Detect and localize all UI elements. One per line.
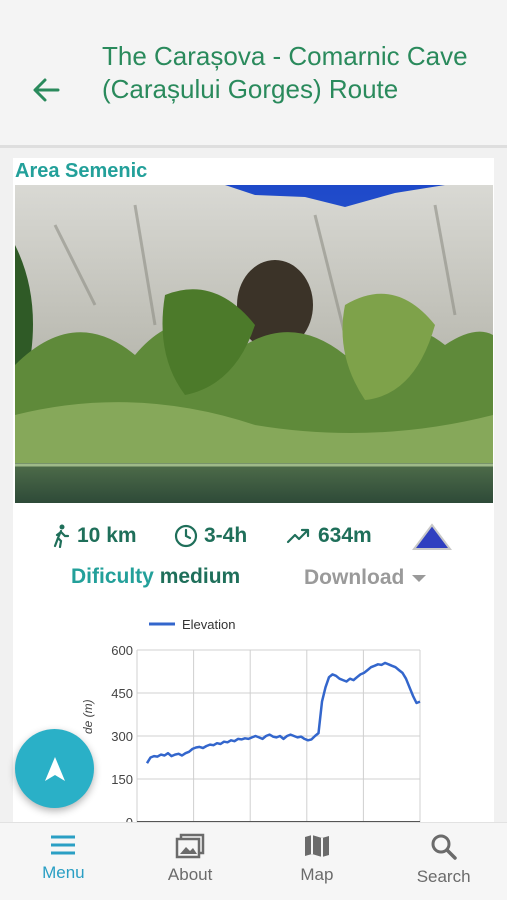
legend-label: Elevation [182, 617, 235, 632]
difficulty-label: Dificulty [71, 565, 154, 588]
y-tick-label: 450 [111, 686, 133, 701]
distance-value: 10 km [77, 524, 137, 547]
bottom-navigation: Menu About Map Search [0, 822, 507, 900]
duration-value: 3-4h [204, 524, 248, 547]
nav-label-map: Map [300, 865, 334, 884]
photos-icon [175, 833, 205, 859]
app-header: The Carașova - Comarnic Cave (Carașului … [0, 0, 507, 148]
nav-item-search[interactable]: Search [380, 823, 507, 900]
hiker-icon [53, 524, 70, 548]
elevation-value: 634m [318, 524, 372, 547]
navigation-arrow-icon [44, 756, 65, 781]
y-tick-label: 600 [111, 643, 133, 658]
map-icon [304, 835, 329, 857]
nav-item-map[interactable]: Map [254, 823, 381, 900]
y-tick-label: 150 [111, 772, 133, 787]
difficulty-row: Dificulty medium [71, 565, 240, 589]
duration-stat: 3-4h [174, 524, 247, 548]
trending-up-icon [286, 528, 310, 544]
difficulty-triangle-icon [411, 522, 453, 552]
route-stats: 10 km 3-4h 634m [13, 518, 494, 558]
nav-label-menu: Menu [42, 863, 85, 882]
elevation-chart: Elevation6004503001500de (m) [81, 606, 423, 828]
menu-icon [51, 835, 76, 855]
page-title: The Carașova - Comarnic Cave (Carașului … [102, 41, 468, 104]
route-card: Area Semenic 10 km 3-4h 634m Dificulty m… [13, 158, 494, 828]
nav-label-about: About [167, 865, 213, 884]
chevron-down-icon [412, 574, 427, 582]
nav-item-menu[interactable]: Menu [0, 823, 127, 900]
area-label: Area Semenic [15, 160, 148, 182]
elevation-series-line [145, 661, 421, 764]
y-tick-label: 300 [111, 729, 133, 744]
arrow-left-icon [33, 78, 60, 102]
difficulty-value: medium [159, 565, 241, 588]
back-button[interactable] [28, 72, 64, 108]
clock-icon [174, 524, 198, 548]
route-photo [15, 185, 493, 503]
nav-label-search: Search [416, 867, 471, 886]
download-label: Download [304, 566, 405, 589]
navigate-fab-button[interactable] [15, 729, 94, 808]
nav-item-about[interactable]: About [127, 823, 254, 900]
elevation-stat: 634m [286, 524, 372, 548]
distance-stat: 10 km [51, 524, 137, 548]
y-axis-label: de (m) [83, 699, 95, 734]
search-icon [431, 834, 457, 860]
download-dropdown[interactable]: Download [304, 566, 427, 590]
